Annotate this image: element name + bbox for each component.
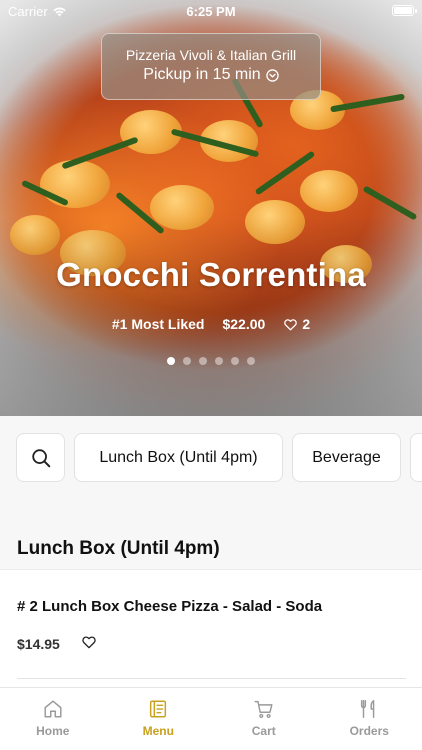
featured-dish-hero[interactable]: Carrier 6:25 PM Pizzeria Vivoli & Italia… [0, 0, 422, 416]
tab-orders[interactable]: Orders [317, 688, 422, 750]
item-price: $14.95 [17, 636, 60, 652]
carousel-dot[interactable] [247, 357, 255, 365]
featured-dish-title: Gnocchi Sorrentina [56, 256, 366, 293]
home-icon [44, 700, 62, 718]
tab-menu-label: Menu [142, 724, 174, 738]
menu-icon [150, 700, 167, 718]
utensils-icon [361, 700, 375, 718]
tab-menu[interactable]: Menu [106, 688, 212, 750]
pickup-selector[interactable]: Pizzeria Vivoli & Italian Grill Pickup i… [101, 33, 321, 100]
tab-orders-label: Orders [349, 724, 389, 738]
likes[interactable]: 2 [283, 316, 310, 332]
tab-home-label: Home [36, 724, 70, 738]
carousel-dot[interactable] [167, 357, 175, 365]
likes-count: 2 [302, 316, 311, 332]
cart-icon [254, 700, 273, 718]
carousel-indicator[interactable] [0, 357, 422, 365]
pickup-time-label: Pickup in 15 min [143, 66, 261, 83]
category-chip-more[interactable] [410, 433, 422, 482]
category-chip-beverage[interactable]: Beverage [292, 433, 401, 482]
divider [17, 678, 406, 679]
search-icon [31, 448, 50, 467]
rank-label: #1 Most Liked [111, 316, 205, 332]
tab-cart[interactable]: Cart [211, 688, 317, 750]
carousel-dot[interactable] [215, 357, 223, 365]
pickup-time: Pickup in 15 min [102, 66, 320, 84]
category-chip-lunch-box[interactable]: Lunch Box (Until 4pm) [74, 433, 283, 482]
featured-dish-meta: #1 Most Liked $22.00 2 [0, 316, 422, 332]
section-title: Lunch Box (Until 4pm) [17, 538, 220, 559]
clock: 6:25 PM [186, 4, 236, 19]
list-item[interactable]: # 2 Lunch Box Cheese Pizza - Salad - Sod… [0, 569, 422, 687]
carousel-dot[interactable] [231, 357, 239, 365]
carousel-dot[interactable] [183, 357, 191, 365]
price-label: $22.00 [222, 316, 266, 332]
chevron-down-circle-icon [265, 68, 279, 82]
search-button[interactable] [16, 433, 65, 482]
status-bar: Carrier 6:25 PM [0, 0, 422, 22]
tab-bar: Home Menu Cart Orders [0, 687, 422, 750]
heart-icon [284, 318, 298, 330]
restaurant-name: Pizzeria Vivoli & Italian Grill [125, 47, 297, 63]
carousel-dot[interactable] [199, 357, 207, 365]
tab-cart-label: Cart [251, 724, 276, 738]
category-chips: Lunch Box (Until 4pm) Beverage [16, 433, 422, 482]
heart-icon[interactable] [81, 634, 97, 650]
app-screen: Carrier 6:25 PM Pizzeria Vivoli & Italia… [0, 0, 422, 750]
item-name: # 2 Lunch Box Cheese Pizza - Salad - Sod… [17, 598, 323, 615]
battery-icon [392, 5, 417, 16]
tab-home[interactable]: Home [0, 688, 106, 750]
